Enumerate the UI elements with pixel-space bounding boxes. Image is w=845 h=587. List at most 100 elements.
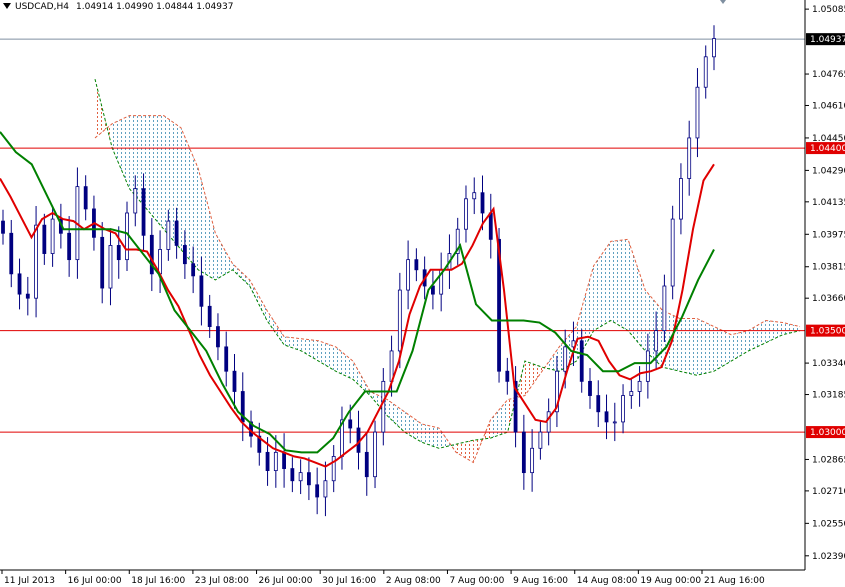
candle-body	[1, 220, 5, 234]
ohlc-values: 1.04914 1.04990 1.04844 1.04937	[76, 2, 233, 12]
time-tick-label: 30 Jul 16:00	[322, 576, 376, 586]
candle-body	[406, 259, 411, 291]
candle-body	[133, 188, 138, 214]
candle-body	[588, 380, 592, 396]
candle-body	[108, 245, 113, 289]
price-tick-label: 1.04610	[812, 101, 845, 111]
chart-background	[0, 0, 845, 587]
time-tick-label: 2 Aug 08:00	[386, 576, 441, 586]
candle-body	[596, 395, 601, 413]
candle-body	[224, 346, 229, 372]
time-tick-label: 26 Jul 00:00	[259, 576, 313, 586]
candle-body	[563, 346, 568, 372]
candle-body	[695, 86, 700, 139]
time-tick-label: 16 Jul 00:00	[68, 576, 122, 586]
candle-body	[290, 468, 295, 482]
candle-body	[323, 480, 328, 498]
level-label: 1.04400	[810, 144, 845, 154]
candle-body	[83, 186, 88, 210]
candle-body	[67, 232, 72, 261]
price-tick-label: 1.03815	[812, 263, 845, 273]
price-tick-label: 1.04765	[812, 70, 845, 80]
time-tick-label: 14 Aug 08:00	[577, 576, 638, 586]
candle-body	[116, 245, 121, 261]
price-tick-label: 1.03340	[812, 359, 845, 369]
price-tick-label: 1.02390	[812, 552, 845, 562]
chart-window[interactable]: 1.050851.047651.046101.044501.042901.041…	[0, 0, 845, 587]
candle-body	[521, 431, 526, 474]
candle-body	[604, 411, 609, 423]
price-tick-label: 1.02865	[812, 455, 845, 465]
candle-body	[662, 285, 667, 332]
cloud-segment	[679, 318, 697, 376]
price-tick-label: 1.02710	[812, 487, 845, 497]
ichimoku-candlestick-chart[interactable]: 1.050851.047651.046101.044501.042901.041…	[0, 0, 845, 587]
candle-body	[216, 326, 220, 348]
candle-body	[191, 263, 196, 277]
candle-body	[621, 395, 625, 423]
candle-body	[34, 224, 38, 299]
candle-body	[100, 236, 105, 289]
candle-body	[464, 198, 468, 230]
candle-body	[273, 451, 278, 472]
candle-body	[265, 451, 270, 472]
candle-body	[679, 178, 683, 220]
candle-body	[530, 447, 535, 474]
candle-body	[25, 293, 30, 299]
candle-body	[480, 192, 485, 214]
candle-body	[166, 220, 171, 250]
price-tick-label: 1.05085	[812, 5, 845, 15]
cloud-segment	[696, 318, 715, 376]
candle-body	[373, 431, 377, 478]
candle-body	[298, 472, 303, 482]
price-tick-label: 1.04290	[812, 166, 845, 176]
candle-body	[654, 330, 659, 352]
time-tick-label: 9 Aug 16:00	[513, 576, 568, 586]
candle-body	[141, 188, 146, 236]
candle-body	[348, 419, 353, 429]
level-label: 1.03500	[810, 327, 845, 337]
candle-body	[149, 234, 154, 275]
time-tick-label: 19 Aug 00:00	[640, 576, 701, 586]
price-tick-label: 1.03660	[812, 294, 845, 304]
candle-body	[397, 289, 402, 352]
candle-body	[629, 391, 634, 396]
symbol-timeframe: USDCAD,H4	[15, 2, 69, 12]
candle-body	[546, 411, 551, 433]
candle-body	[687, 137, 692, 179]
candle-body	[712, 38, 716, 58]
candle-body	[9, 232, 14, 275]
candle-body	[703, 56, 708, 88]
candle-body	[670, 218, 675, 287]
candle-body	[232, 370, 237, 392]
price-tick-label: 1.02550	[812, 519, 845, 529]
candle-body	[538, 431, 543, 449]
time-tick-label: 21 Aug 16:00	[704, 576, 765, 586]
level-label: 1.03000	[810, 428, 845, 438]
candle-body	[182, 245, 187, 265]
cloud-segment	[610, 239, 629, 331]
candle-body	[282, 451, 286, 469]
candle-body	[158, 249, 162, 275]
price-tick-label: 1.03185	[812, 391, 845, 401]
candle-body	[50, 218, 55, 254]
candle-body	[207, 305, 212, 327]
candle-body	[472, 192, 477, 200]
candle-body	[315, 484, 320, 498]
time-tick-label: 23 Jul 08:00	[195, 576, 249, 586]
candle-body	[381, 380, 386, 433]
candle-body	[579, 340, 584, 382]
time-tick-label: 7 Aug 00:00	[449, 576, 504, 586]
candle-body	[17, 273, 22, 295]
candle-body	[42, 224, 47, 254]
candle-body	[174, 220, 179, 246]
current-price-label: 1.04937	[810, 35, 845, 45]
time-tick-label: 11 Jul 2013	[4, 576, 55, 586]
candle-body	[645, 350, 650, 382]
candle-body	[414, 259, 419, 271]
time-tick-label: 18 Jul 16:00	[131, 576, 185, 586]
price-tick-label: 1.03975	[812, 230, 845, 240]
candle-body	[505, 370, 510, 382]
candle-body	[612, 421, 617, 424]
candle-body	[199, 275, 204, 307]
